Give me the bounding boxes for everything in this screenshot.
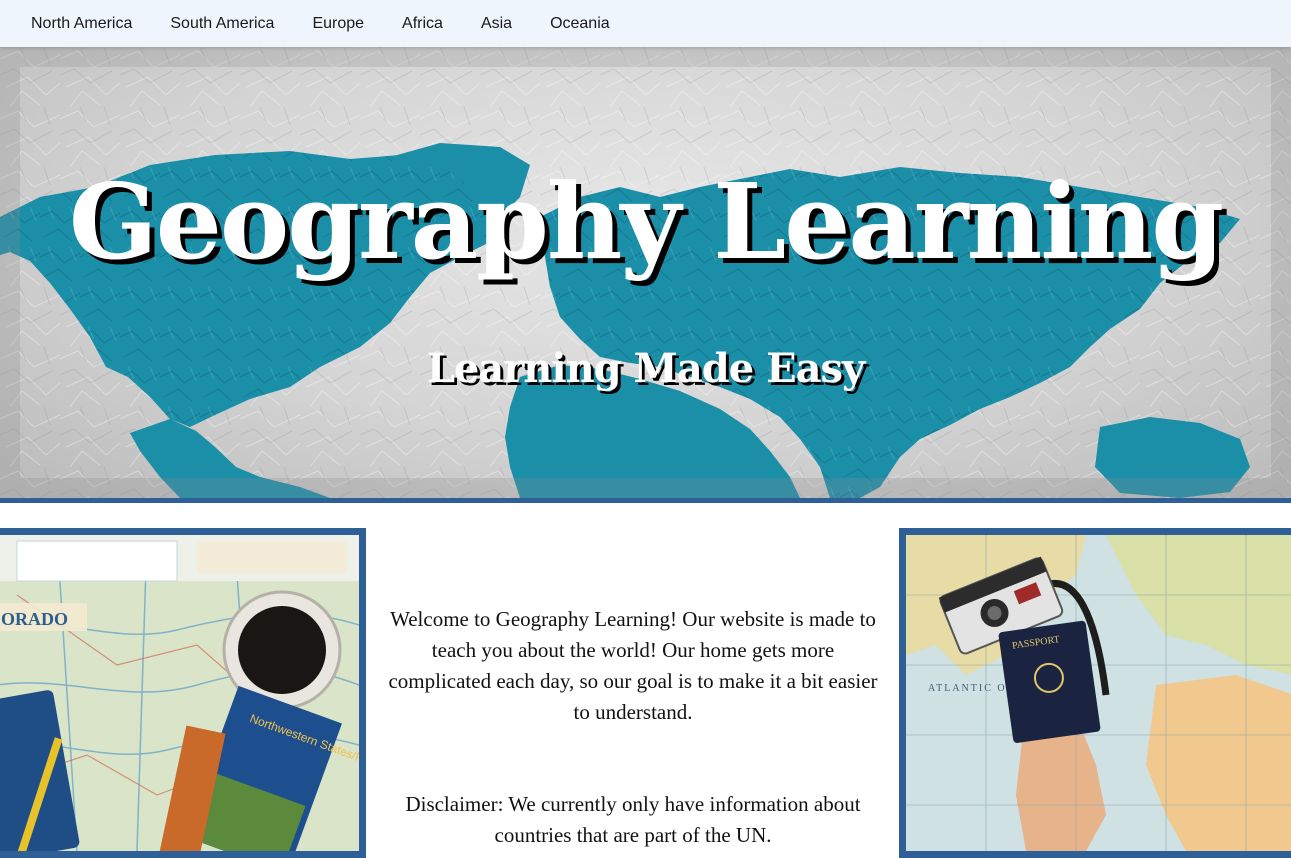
map-camera-passport-photo: ATLANTIC OCEAN PASSPORT [899, 528, 1291, 858]
nav-list: North America South America Europe Afric… [0, 0, 1291, 47]
nav-item-south-america[interactable]: South America [151, 0, 293, 47]
nav-item-oceania[interactable]: Oceania [531, 0, 629, 47]
hero-title: Geography Learning [68, 160, 1224, 283]
map-label: ORADO [1, 609, 68, 629]
nav-item-africa[interactable]: Africa [383, 0, 462, 47]
disclaimer-paragraph: Disclaimer: We currently only have infor… [405, 792, 861, 847]
map-coffee-image: ORADO Northwestern States/Provinces [0, 535, 359, 851]
map-coffee-photo: ORADO Northwestern States/Provinces [0, 528, 366, 858]
nav-item-asia[interactable]: Asia [462, 0, 531, 47]
top-nav: North America South America Europe Afric… [0, 0, 1291, 47]
hero-divider [0, 498, 1291, 503]
hero-subtitle: Learning Made Easy [426, 345, 866, 392]
nav-item-europe[interactable]: Europe [293, 0, 383, 47]
map-camera-image: ATLANTIC OCEAN PASSPORT [906, 535, 1291, 851]
nav-item-north-america[interactable]: North America [12, 0, 151, 47]
welcome-paragraph: Welcome to Geography Learning! Our websi… [388, 607, 878, 724]
hero-banner: Geography Learning Learning Made Easy [0, 47, 1291, 498]
intro-text-block: Welcome to Geography Learning! Our websi… [380, 604, 886, 851]
